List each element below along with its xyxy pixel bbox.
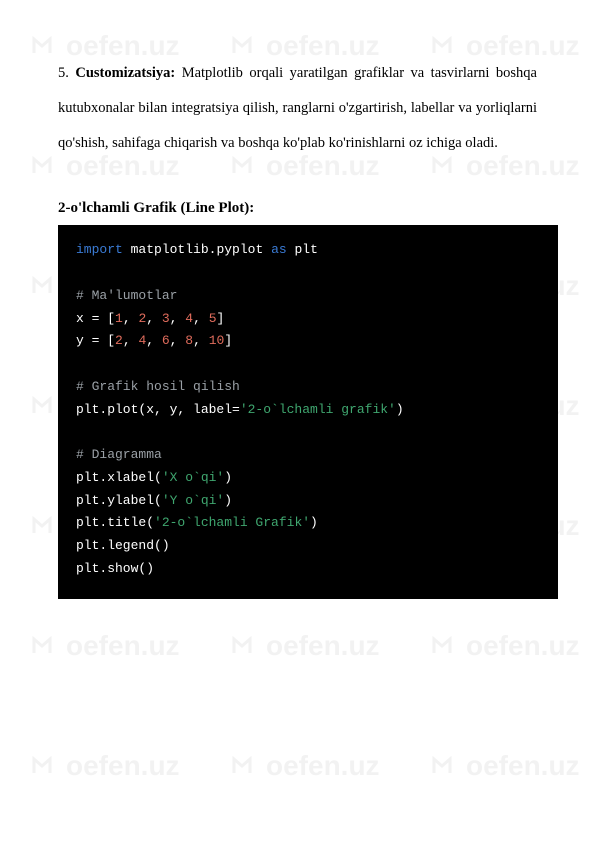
code-number: 8 [185, 333, 193, 348]
code-number: 1 [115, 311, 123, 326]
code-string: '2-o`lchamli grafik' [240, 402, 396, 417]
code-string: '2-o`lchamli Grafik' [154, 515, 310, 530]
watermark-logo-icon [430, 751, 460, 781]
paragraph-label: Customizatsiya: [75, 65, 175, 81]
watermark: oefen.uz [230, 750, 380, 782]
code-block: import matplotlib.pyplot as plt # Ma'lum… [58, 225, 558, 598]
paragraph-number: 5. [58, 65, 69, 81]
code-text: ) [224, 470, 232, 485]
code-line: plt.ylabel('Y o`qi') [76, 490, 540, 513]
watermark-text: oefen.uz [466, 750, 580, 782]
watermark-text: oefen.uz [66, 750, 180, 782]
code-number: 2 [138, 311, 146, 326]
code-comment: # Ma'lumotlar [76, 285, 540, 308]
watermark: oefen.uz [30, 750, 180, 782]
code-line: y = [2, 4, 6, 8, 10] [76, 330, 540, 353]
code-blank [76, 262, 540, 285]
watermark-logo-icon [30, 751, 60, 781]
code-text: ] [224, 333, 232, 348]
code-number: 4 [185, 311, 193, 326]
code-alias: plt [294, 242, 317, 257]
code-line: plt.legend() [76, 535, 540, 558]
code-number: 2 [115, 333, 123, 348]
code-comment: # Diagramma [76, 444, 540, 467]
code-line: plt.title('2-o`lchamli Grafik') [76, 512, 540, 535]
code-line: plt.xlabel('X o`qi') [76, 467, 540, 490]
code-line: plt.plot(x, y, label='2-o`lchamli grafik… [76, 399, 540, 422]
watermark-text: oefen.uz [266, 750, 380, 782]
code-text: plt.xlabel( [76, 470, 162, 485]
code-blank [76, 421, 540, 444]
code-text: ] [217, 311, 225, 326]
code-blank [76, 353, 540, 376]
code-text: y = [ [76, 333, 115, 348]
code-module: matplotlib.pyplot [131, 242, 264, 257]
code-number: 5 [209, 311, 217, 326]
page-content: 5. Customizatsiya: Matplotlib orqali yar… [0, 0, 595, 639]
watermark-logo-icon [230, 751, 260, 781]
code-string: 'X o`qi' [162, 470, 224, 485]
code-line: plt.show() [76, 558, 540, 581]
paragraph-customization: 5. Customizatsiya: Matplotlib orqali yar… [58, 56, 537, 160]
code-text: ) [396, 402, 404, 417]
code-text: ) [310, 515, 318, 530]
code-text: plt.plot(x, y, label= [76, 402, 240, 417]
code-keyword: import [76, 242, 123, 257]
watermark: oefen.uz [430, 750, 580, 782]
code-text: plt.title( [76, 515, 154, 530]
code-text: plt.ylabel( [76, 493, 162, 508]
code-number: 3 [162, 311, 170, 326]
code-number: 10 [209, 333, 225, 348]
code-string: 'Y o`qi' [162, 493, 224, 508]
code-number: 6 [162, 333, 170, 348]
code-text: ) [224, 493, 232, 508]
code-line: x = [1, 2, 3, 4, 5] [76, 308, 540, 331]
code-number: 4 [138, 333, 146, 348]
code-keyword: as [271, 242, 287, 257]
code-comment: # Grafik hosil qilish [76, 376, 540, 399]
code-text: x = [ [76, 311, 115, 326]
section-title: 2-o'lchamli Grafik (Line Plot): [58, 200, 537, 217]
code-line: import matplotlib.pyplot as plt [76, 239, 540, 262]
